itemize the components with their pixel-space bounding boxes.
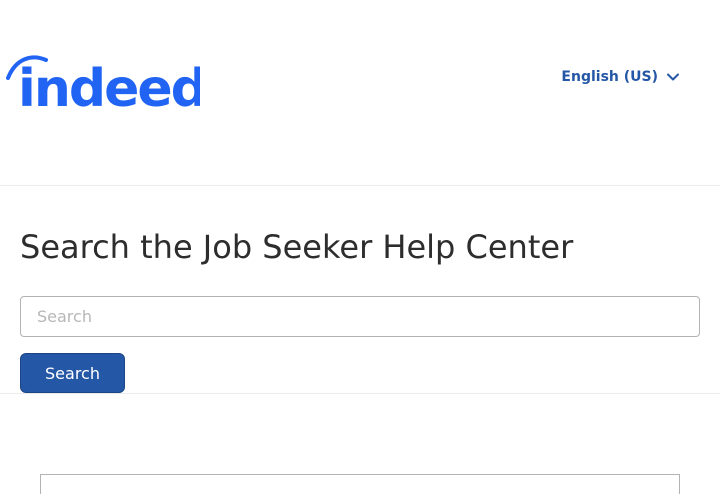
chevron-down-icon	[667, 73, 679, 81]
section-divider	[0, 393, 720, 394]
logo-wordmark: indeed	[18, 59, 200, 112]
site-header: indeed English (US)	[0, 0, 720, 186]
language-label: English (US)	[561, 69, 658, 85]
content-card	[40, 474, 680, 494]
search-button[interactable]: Search	[20, 353, 125, 393]
page-title: Search the Job Seeker Help Center	[20, 228, 574, 266]
search-input[interactable]	[20, 296, 700, 337]
indeed-logo[interactable]: indeed	[4, 52, 200, 112]
language-selector[interactable]: English (US)	[561, 69, 680, 85]
